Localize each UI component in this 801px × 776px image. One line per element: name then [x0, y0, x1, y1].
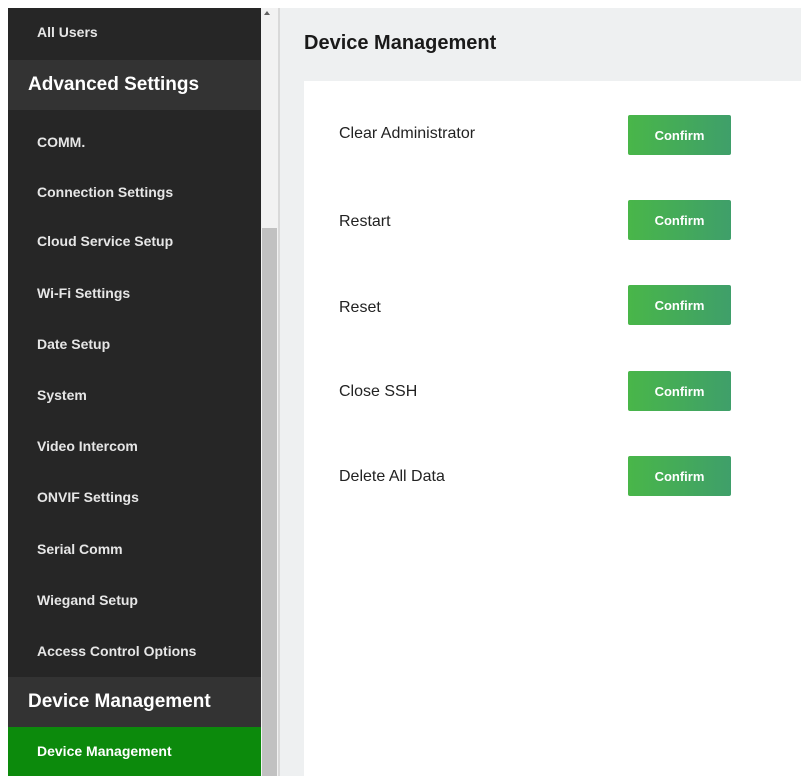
scroll-up-arrow-icon[interactable]: [264, 11, 270, 15]
sidebar-item-comm[interactable]: COMM.: [8, 134, 261, 150]
sidebar-item-access-control-options[interactable]: Access Control Options: [8, 643, 261, 659]
scroll-thumb[interactable]: [262, 228, 277, 776]
reset-label: Reset: [339, 299, 381, 316]
delete-all-data-confirm-button[interactable]: Confirm: [628, 456, 731, 496]
close-ssh-label: Close SSH: [339, 383, 418, 400]
sidebar-scrollbar[interactable]: [261, 8, 278, 776]
clear-administrator-confirm-button[interactable]: Confirm: [628, 115, 731, 155]
restart-label: Restart: [339, 213, 391, 230]
sidebar-item-onvif-settings[interactable]: ONVIF Settings: [8, 489, 261, 505]
sidebar-item-all-users[interactable]: All Users: [8, 24, 261, 40]
sidebar-item-cloud-service-setup[interactable]: Cloud Service Setup: [8, 233, 261, 249]
restart-confirm-button[interactable]: Confirm: [628, 200, 731, 240]
delete-all-data-label: Delete All Data: [339, 468, 445, 485]
main-content: Device Management Clear Administrator Co…: [280, 8, 801, 776]
sidebar-item-wiegand-setup[interactable]: Wiegand Setup: [8, 592, 261, 608]
top-strip: [0, 0, 801, 8]
clear-administrator-label: Clear Administrator: [339, 125, 476, 142]
close-ssh-confirm-button[interactable]: Confirm: [628, 371, 731, 411]
sidebar-item-system[interactable]: System: [8, 387, 261, 403]
page-title: Device Management: [304, 32, 497, 54]
sidebar-item-device-management[interactable]: Device Management: [8, 727, 261, 776]
device-management-panel: Clear Administrator Confirm Restart Conf…: [304, 81, 801, 776]
sidebar-item-serial-comm[interactable]: Serial Comm: [8, 541, 261, 557]
sidebar-item-video-intercom[interactable]: Video Intercom: [8, 438, 261, 454]
sidebar: All Users Advanced Settings COMM. Connec…: [8, 8, 261, 776]
sidebar-section-advanced-settings[interactable]: Advanced Settings: [8, 60, 261, 110]
reset-confirm-button[interactable]: Confirm: [628, 285, 731, 325]
sidebar-item-wifi-settings[interactable]: Wi-Fi Settings: [8, 285, 261, 301]
sidebar-section-device-management[interactable]: Device Management: [8, 677, 261, 727]
sidebar-item-date-setup[interactable]: Date Setup: [8, 336, 261, 352]
sidebar-item-connection-settings[interactable]: Connection Settings: [8, 184, 261, 200]
